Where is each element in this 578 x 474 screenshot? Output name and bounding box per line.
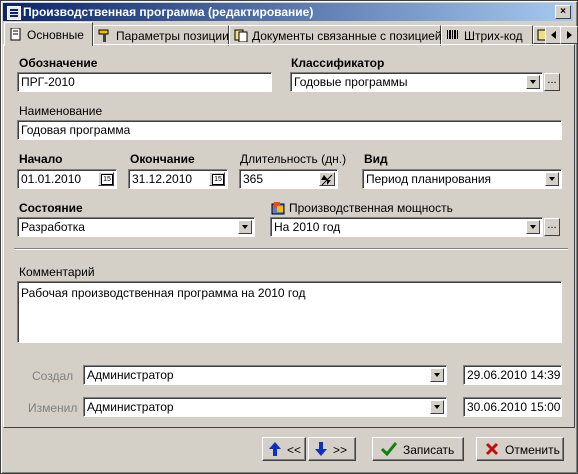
calendar-icon: 15 xyxy=(101,174,113,185)
end-date-value: 31.12.2010 xyxy=(132,172,193,186)
capacity-browse-button[interactable]: ... xyxy=(544,218,560,236)
chevron-down-icon[interactable] xyxy=(430,400,444,414)
kind-label: Вид xyxy=(364,152,388,166)
close-button[interactable]: × xyxy=(555,5,571,19)
next-label: >> xyxy=(333,443,348,457)
duration-label: Длительность (дн.) xyxy=(240,152,347,166)
chevron-down-icon[interactable] xyxy=(238,220,252,234)
documents-icon xyxy=(234,29,248,42)
calendar-button[interactable]: 15 xyxy=(98,172,114,186)
created-date-field[interactable]: 29.06.2010 14:39 xyxy=(463,365,562,385)
save-button[interactable]: Записать xyxy=(372,437,464,461)
classifier-value: Годовые программы xyxy=(294,75,408,89)
state-select[interactable]: Разработка xyxy=(17,217,255,237)
end-label: Окончание xyxy=(130,152,195,166)
designation-label: Обозначение xyxy=(19,56,98,70)
capacity-icon xyxy=(271,202,285,215)
title-bar: Производственная программа (редактирован… xyxy=(3,3,573,21)
hammer-icon xyxy=(98,29,109,42)
arrow-left-icon xyxy=(551,31,556,39)
save-label: Записать xyxy=(403,443,455,457)
tab-position-params[interactable]: Параметры позиции xyxy=(93,25,229,46)
tab-label: Документы связанные с позицией xyxy=(252,29,442,43)
changed-by-value: Администратор xyxy=(87,400,174,414)
next-button[interactable]: >> xyxy=(308,437,356,461)
changed-date-field[interactable]: 30.06.2010 15:00 xyxy=(463,397,562,417)
capacity-value: На 2010 год xyxy=(274,220,341,234)
end-date-field[interactable]: 31.12.2010 15 xyxy=(128,169,228,189)
tab-scroll-right-button[interactable] xyxy=(560,26,578,44)
duration-value: 365 xyxy=(243,172,264,186)
chevron-down-icon[interactable] xyxy=(545,172,559,186)
duration-spinner[interactable] xyxy=(319,172,335,186)
changed-by-select[interactable]: Администратор xyxy=(83,397,447,417)
cancel-label: Отменить xyxy=(505,443,560,457)
arrow-down-icon xyxy=(315,442,327,456)
classifier-label: Классификатор xyxy=(291,56,385,70)
barcode-icon xyxy=(447,30,458,39)
name-field[interactable]: Годовая программа xyxy=(17,120,562,140)
kind-value: Период планирования xyxy=(366,172,492,186)
duration-field[interactable]: 365 xyxy=(239,169,338,189)
calendar-icon: 15 xyxy=(212,174,224,185)
classifier-select[interactable]: Годовые программы xyxy=(290,72,543,92)
tab-label: Основные xyxy=(27,28,84,42)
checkmark-icon xyxy=(381,442,397,456)
changed-label: Изменил xyxy=(28,401,78,415)
previous-button[interactable]: << xyxy=(262,437,306,461)
designation-field[interactable]: ПРГ-2010 xyxy=(17,72,272,92)
window-icon xyxy=(7,6,21,20)
start-label: Начало xyxy=(19,152,63,166)
arrow-right-icon xyxy=(567,31,572,39)
start-date-field[interactable]: 01.01.2010 15 xyxy=(17,169,117,189)
spin-arrows-icon xyxy=(321,174,333,186)
created-by-select[interactable]: Администратор xyxy=(83,365,447,385)
comment-label: Комментарий xyxy=(19,265,95,279)
created-by-value: Администратор xyxy=(87,368,174,382)
name-label: Наименование xyxy=(19,104,103,118)
tab-related-documents[interactable]: Документы связанные с позицией xyxy=(229,25,442,46)
tab-label: Параметры позиции xyxy=(116,29,229,43)
capacity-select[interactable]: На 2010 год xyxy=(270,217,543,237)
window-title: Производственная программа (редактирован… xyxy=(23,5,314,19)
kind-select[interactable]: Период планирования xyxy=(362,169,562,189)
page-icon xyxy=(10,28,21,41)
separator xyxy=(14,248,568,250)
calendar-button[interactable]: 15 xyxy=(209,172,225,186)
capacity-label: Производственная мощность xyxy=(289,201,453,215)
tab-main[interactable]: Основные xyxy=(4,22,93,46)
classifier-browse-button[interactable]: ... xyxy=(544,73,560,91)
start-date-value: 01.01.2010 xyxy=(21,172,82,186)
comment-textarea[interactable]: Рабочая производственная программа на 20… xyxy=(17,281,562,343)
tab-barcode[interactable]: Штрих-код xyxy=(441,25,533,46)
chevron-down-icon[interactable] xyxy=(526,75,540,89)
arrow-up-icon xyxy=(269,442,281,456)
tab-label: Штрих-код xyxy=(464,29,523,43)
state-label: Состояние xyxy=(19,201,83,215)
cancel-button[interactable]: Отменить xyxy=(476,437,564,461)
previous-label: << xyxy=(287,443,302,457)
chevron-down-icon[interactable] xyxy=(526,220,540,234)
state-value: Разработка xyxy=(21,220,85,234)
cross-icon xyxy=(485,442,499,456)
chevron-down-icon[interactable] xyxy=(430,368,444,382)
created-label: Создал xyxy=(32,369,74,383)
